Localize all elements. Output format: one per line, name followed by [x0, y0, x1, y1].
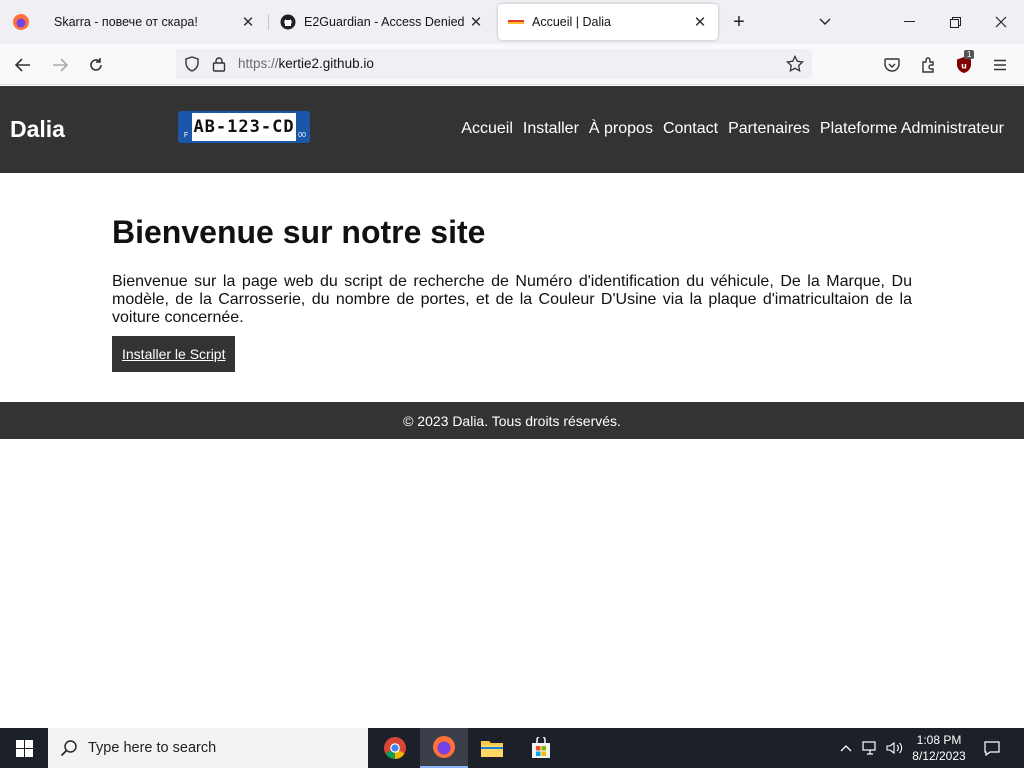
network-icon — [862, 741, 876, 755]
install-script-button[interactable]: Installer le Script — [112, 336, 236, 372]
speaker-icon — [886, 741, 903, 755]
site-brand[interactable]: Dalia — [10, 116, 65, 143]
main-content: Bienvenue sur notre site Bienvenue sur l… — [112, 214, 912, 372]
star-icon[interactable] — [786, 55, 804, 73]
navigation-toolbar: https://kertie2.github.io u 1 — [0, 44, 1024, 85]
windows-icon — [15, 739, 33, 757]
puzzle-icon — [922, 57, 934, 73]
lock-icon[interactable] — [212, 56, 226, 72]
tab-title: Skarra - повече от скара! — [54, 15, 198, 29]
taskbar-clock[interactable]: 1:08 PM 8/12/2023 — [905, 732, 973, 764]
search-icon — [60, 740, 77, 757]
forward-button[interactable] — [45, 50, 75, 80]
url-text[interactable]: https://kertie2.github.io — [238, 56, 374, 71]
tab-title: Accueil | Dalia — [532, 15, 611, 29]
url-bar[interactable]: https://kertie2.github.io — [176, 49, 812, 79]
clock-date: 8/12/2023 — [912, 749, 966, 763]
plate-number: AB-123-CD — [193, 117, 295, 137]
firefox-icon — [13, 14, 29, 30]
network-button[interactable] — [860, 728, 882, 768]
show-hidden-icons-button[interactable] — [836, 728, 856, 768]
close-icon[interactable]: ✕ — [468, 14, 484, 31]
footer-copyright: © 2023 Dalia. Tous droits réservés. — [403, 412, 621, 429]
hamburger-icon — [994, 59, 1006, 71]
taskbar-store[interactable] — [517, 728, 565, 768]
svg-text:u: u — [961, 62, 967, 71]
close-window-button[interactable] — [978, 0, 1024, 44]
reload-icon — [90, 58, 102, 71]
license-plate-logo: F AB-123-CD 00 — [178, 111, 310, 143]
tab-divider — [268, 14, 269, 30]
arrow-right-icon — [53, 58, 68, 72]
tab-accueil-dalia[interactable]: Accueil | Dalia ✕ — [498, 4, 718, 40]
firefox-icon — [433, 736, 455, 758]
taskbar-chrome[interactable] — [371, 728, 419, 768]
site-nav: Accueil Installer À propos Contact Parte… — [461, 120, 1004, 138]
nav-link-contact[interactable]: Contact — [663, 120, 718, 138]
arrow-left-icon — [15, 58, 30, 72]
shield-icon[interactable] — [184, 56, 200, 72]
nav-link-installer[interactable]: Installer — [523, 120, 579, 138]
pocket-icon — [884, 57, 900, 72]
menu-button[interactable] — [985, 50, 1015, 80]
nav-link-accueil[interactable]: Accueil — [461, 120, 513, 138]
restore-button[interactable] — [932, 0, 978, 44]
close-icon — [995, 16, 1007, 28]
dalia-favicon — [508, 14, 524, 30]
url-host: kertie2.github.io — [278, 56, 374, 71]
taskbar-firefox[interactable] — [420, 728, 468, 768]
taskbar-search[interactable]: Type here to search — [48, 728, 368, 768]
firefox-view-button[interactable] — [0, 0, 42, 44]
github-icon — [280, 14, 296, 30]
taskbar-file-explorer[interactable] — [468, 728, 516, 768]
extension-badge: 1 — [964, 50, 975, 59]
url-scheme: https:// — [238, 56, 279, 71]
chevron-up-icon — [840, 745, 852, 752]
restore-icon — [949, 16, 961, 28]
reload-button[interactable] — [81, 50, 111, 80]
minimize-button[interactable] — [886, 0, 932, 44]
minimize-icon — [903, 21, 915, 22]
new-tab-button[interactable]: + — [716, 0, 762, 44]
volume-button[interactable] — [884, 728, 906, 768]
pocket-button[interactable] — [877, 50, 907, 80]
site-header: Dalia Accueil Installer À propos Contact… — [0, 86, 1024, 173]
tab-e2guardian[interactable]: E2Guardian - Access Denied ✕ — [270, 4, 494, 40]
close-icon[interactable]: ✕ — [240, 14, 256, 31]
tab-skarra[interactable]: Skarra - повече от скара! ✕ — [44, 4, 266, 40]
list-all-tabs-button[interactable] — [802, 0, 848, 44]
page-title: Bienvenue sur notre site — [112, 214, 486, 250]
nav-link-a-propos[interactable]: À propos — [589, 120, 653, 138]
tab-title: E2Guardian - Access Denied — [304, 15, 465, 29]
back-button[interactable] — [8, 50, 38, 80]
site-footer: © 2023 Dalia. Tous droits réservés. — [0, 402, 1024, 439]
clock-time: 1:08 PM — [916, 733, 962, 747]
close-icon[interactable]: ✕ — [692, 14, 708, 31]
nav-link-partenaires[interactable]: Partenaires — [728, 120, 810, 138]
plate-region-band: 00 — [296, 113, 308, 141]
tab-strip: Skarra - повече от скара! ✕ E2Guardian -… — [0, 0, 1024, 44]
store-icon — [532, 737, 550, 758]
folder-icon — [481, 741, 503, 757]
ublock-origin-button[interactable]: u 1 — [949, 50, 979, 80]
chevron-down-icon — [819, 18, 831, 25]
plate-country-band: F — [180, 113, 192, 141]
search-placeholder: Type here to search — [88, 740, 217, 756]
notifications-button[interactable] — [976, 728, 1008, 768]
start-button[interactable] — [0, 728, 48, 768]
intro-paragraph: Bienvenue sur la page web du script de r… — [112, 273, 912, 326]
chrome-icon — [384, 737, 406, 759]
taskbar: Type here to search 1:08 PM 8/12/2023 — [0, 728, 1024, 768]
extensions-button[interactable] — [913, 50, 943, 80]
notification-icon — [984, 741, 1000, 756]
nav-link-plateforme-administrateur[interactable]: Plateforme Administrateur — [820, 120, 1004, 138]
